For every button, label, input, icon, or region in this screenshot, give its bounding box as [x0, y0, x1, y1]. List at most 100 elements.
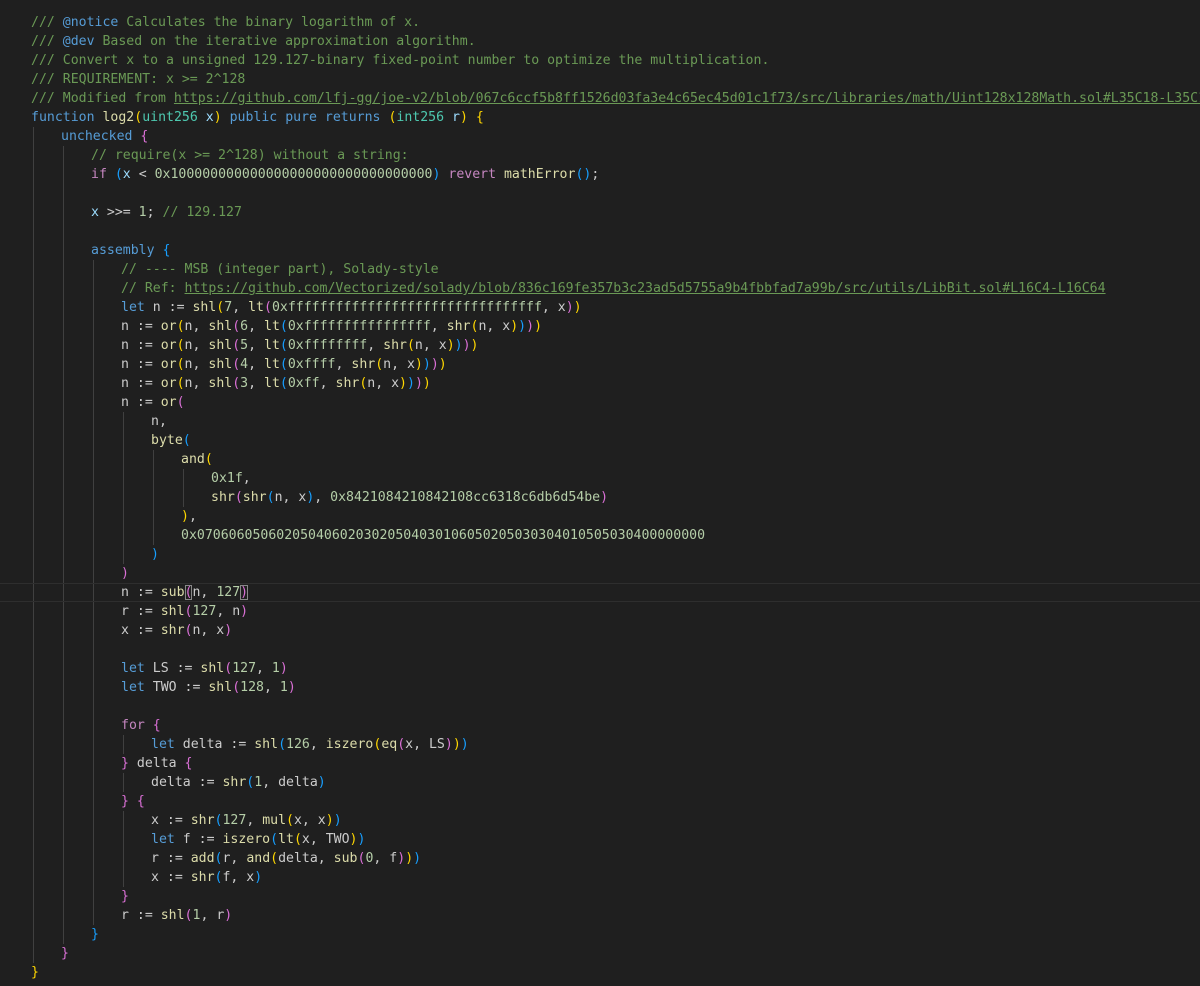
code-token: 4	[240, 357, 249, 372]
code-line[interactable]: // ---- MSB (integer part), Solady-style	[0, 260, 1200, 279]
code-editor[interactable]: /// @notice Calculates the binary logari…	[0, 0, 1200, 986]
code-line[interactable]: let delta := shl(126, iszero(eq(x, LS)))	[0, 735, 1200, 754]
code-line[interactable]: r := shl(127, n)	[0, 602, 1200, 621]
code-line[interactable]: }	[0, 925, 1200, 944]
code-line[interactable]: n := or(n, shl(6, lt(0xffffffffffffffff,…	[0, 317, 1200, 336]
code-line[interactable]	[0, 640, 1200, 659]
code-token: shl	[208, 319, 233, 334]
code-token: x	[91, 205, 99, 220]
code-line[interactable]	[0, 222, 1200, 241]
code-token: (	[114, 167, 123, 182]
code-line[interactable]: r := shl(1, r)	[0, 906, 1200, 925]
code-token: (	[375, 357, 384, 372]
code-token: let	[151, 737, 175, 752]
code-token: byte	[151, 433, 183, 448]
code-line[interactable]: /// Modified from https://github.com/lfj…	[0, 89, 1200, 108]
code-line[interactable]: unchecked {	[0, 127, 1200, 146]
code-line[interactable]: n := or(	[0, 393, 1200, 412]
code-token: n :=	[121, 376, 161, 391]
code-token: (	[286, 813, 294, 828]
code-token: Calculates the binary logarithm of x.	[118, 15, 421, 30]
code-line[interactable]: shr(shr(n, x), 0x8421084210842108cc6318c…	[0, 488, 1200, 507]
code-line[interactable]: /// Convert x to a unsigned 129.127-bina…	[0, 51, 1200, 70]
code-token: ,	[314, 490, 331, 505]
code-token: ,	[232, 300, 249, 315]
code-line[interactable]: n := or(n, shl(4, lt(0xffff, shr(n, x)))…	[0, 355, 1200, 374]
code-line[interactable]: byte(	[0, 431, 1200, 450]
code-token: function	[31, 110, 95, 125]
code-line[interactable]	[0, 697, 1200, 716]
code-token: 127	[216, 585, 241, 600]
code-line[interactable]: x := shr(127, mul(x, x))	[0, 811, 1200, 830]
code-line[interactable]: let TWO := shl(128, 1)	[0, 678, 1200, 697]
code-token: (	[176, 338, 185, 353]
code-token: lt	[278, 832, 294, 847]
code-token: 1	[254, 775, 263, 790]
code-line[interactable]: n := or(n, shl(3, lt(0xff, shr(n, x))))	[0, 374, 1200, 393]
code-line[interactable]: let n := shl(7, lt(0xfffffffffffffffffff…	[0, 298, 1200, 317]
code-line[interactable]: )	[0, 545, 1200, 564]
code-line[interactable]: if (x < 0x100000000000000000000000000000…	[0, 165, 1200, 184]
code-token: ;	[591, 167, 600, 182]
code-token: r,	[222, 851, 247, 866]
code-line[interactable]: x := shr(f, x)	[0, 868, 1200, 887]
code-line[interactable]: n := or(n, shl(5, lt(0xffffffff, shr(n, …	[0, 336, 1200, 355]
code-token: 0xffff	[287, 357, 336, 372]
code-token: x	[205, 110, 214, 125]
code-line[interactable]: )	[0, 564, 1200, 583]
code-line[interactable]: } {	[0, 792, 1200, 811]
code-line[interactable]: } delta {	[0, 754, 1200, 773]
code-line[interactable]: r := add(r, and(delta, sub(0, f)))	[0, 849, 1200, 868]
code-line[interactable]: 0x07060605060205040602030205040301060502…	[0, 526, 1200, 545]
code-token: 0x1f	[211, 471, 243, 486]
code-token: )	[526, 319, 535, 334]
code-line[interactable]: // Ref: https://github.com/Vectorized/so…	[0, 279, 1200, 298]
code-token: delta	[128, 756, 185, 771]
code-token: 5	[240, 338, 249, 353]
code-line[interactable]	[0, 184, 1200, 203]
code-token: let	[121, 661, 145, 676]
code-line[interactable]: assembly {	[0, 241, 1200, 260]
code-token: add	[190, 851, 215, 866]
code-token: (	[134, 110, 143, 125]
code-line[interactable]: function log2(uint256 x) public pure ret…	[0, 108, 1200, 127]
code-link[interactable]: https://github.com/lfj-gg/joe-v2/blob/06…	[174, 91, 1200, 106]
code-line[interactable]: n,	[0, 412, 1200, 431]
code-line[interactable]: }	[0, 887, 1200, 906]
code-token: )	[600, 490, 609, 505]
code-token: )	[240, 604, 249, 619]
code-token: }	[121, 794, 129, 809]
code-line[interactable]: ),	[0, 507, 1200, 526]
code-line[interactable]: // require(x >= 2^128) without a string:	[0, 146, 1200, 165]
code-line[interactable]: let LS := shl(127, 1)	[0, 659, 1200, 678]
code-token: n :=	[121, 357, 161, 372]
code-line[interactable]: x >>= 1; // 129.127	[0, 203, 1200, 222]
code-line[interactable]: }	[0, 963, 1200, 982]
code-token: }	[61, 946, 69, 961]
code-line[interactable]: 0x1f,	[0, 469, 1200, 488]
current-code-line[interactable]: n := sub(n, 127)	[0, 583, 1200, 602]
code-line[interactable]: and(	[0, 450, 1200, 469]
code-line[interactable]: /// REQUIREMENT: x >= 2^128	[0, 70, 1200, 89]
code-token: (	[234, 490, 243, 505]
code-token: if	[91, 167, 107, 182]
code-line[interactable]: for {	[0, 716, 1200, 735]
code-token: )	[407, 376, 415, 391]
code-line[interactable]: let f := iszero(lt(x, TWO))	[0, 830, 1200, 849]
code-line[interactable]: delta := shr(1, delta)	[0, 773, 1200, 792]
code-token: shr	[351, 357, 376, 372]
code-link[interactable]: https://github.com/Vectorized/solady/blo…	[185, 281, 1106, 296]
code-token: (	[266, 490, 275, 505]
code-line[interactable]: }	[0, 944, 1200, 963]
code-token: // ---- MSB (integer part), Solady-style	[121, 262, 439, 277]
code-token: shl	[208, 357, 233, 372]
code-line[interactable]: x := shr(n, x)	[0, 621, 1200, 640]
code-line[interactable]: /// @notice Calculates the binary logari…	[0, 13, 1200, 32]
code-token: // Ref:	[121, 281, 185, 296]
code-token: ,	[242, 471, 251, 486]
code-token: x :=	[151, 813, 191, 828]
code-line[interactable]: /// @dev Based on the iterative approxim…	[0, 32, 1200, 51]
code-token: x :=	[151, 870, 191, 885]
code-token: lt	[264, 357, 280, 372]
code-token: int256	[396, 110, 445, 125]
